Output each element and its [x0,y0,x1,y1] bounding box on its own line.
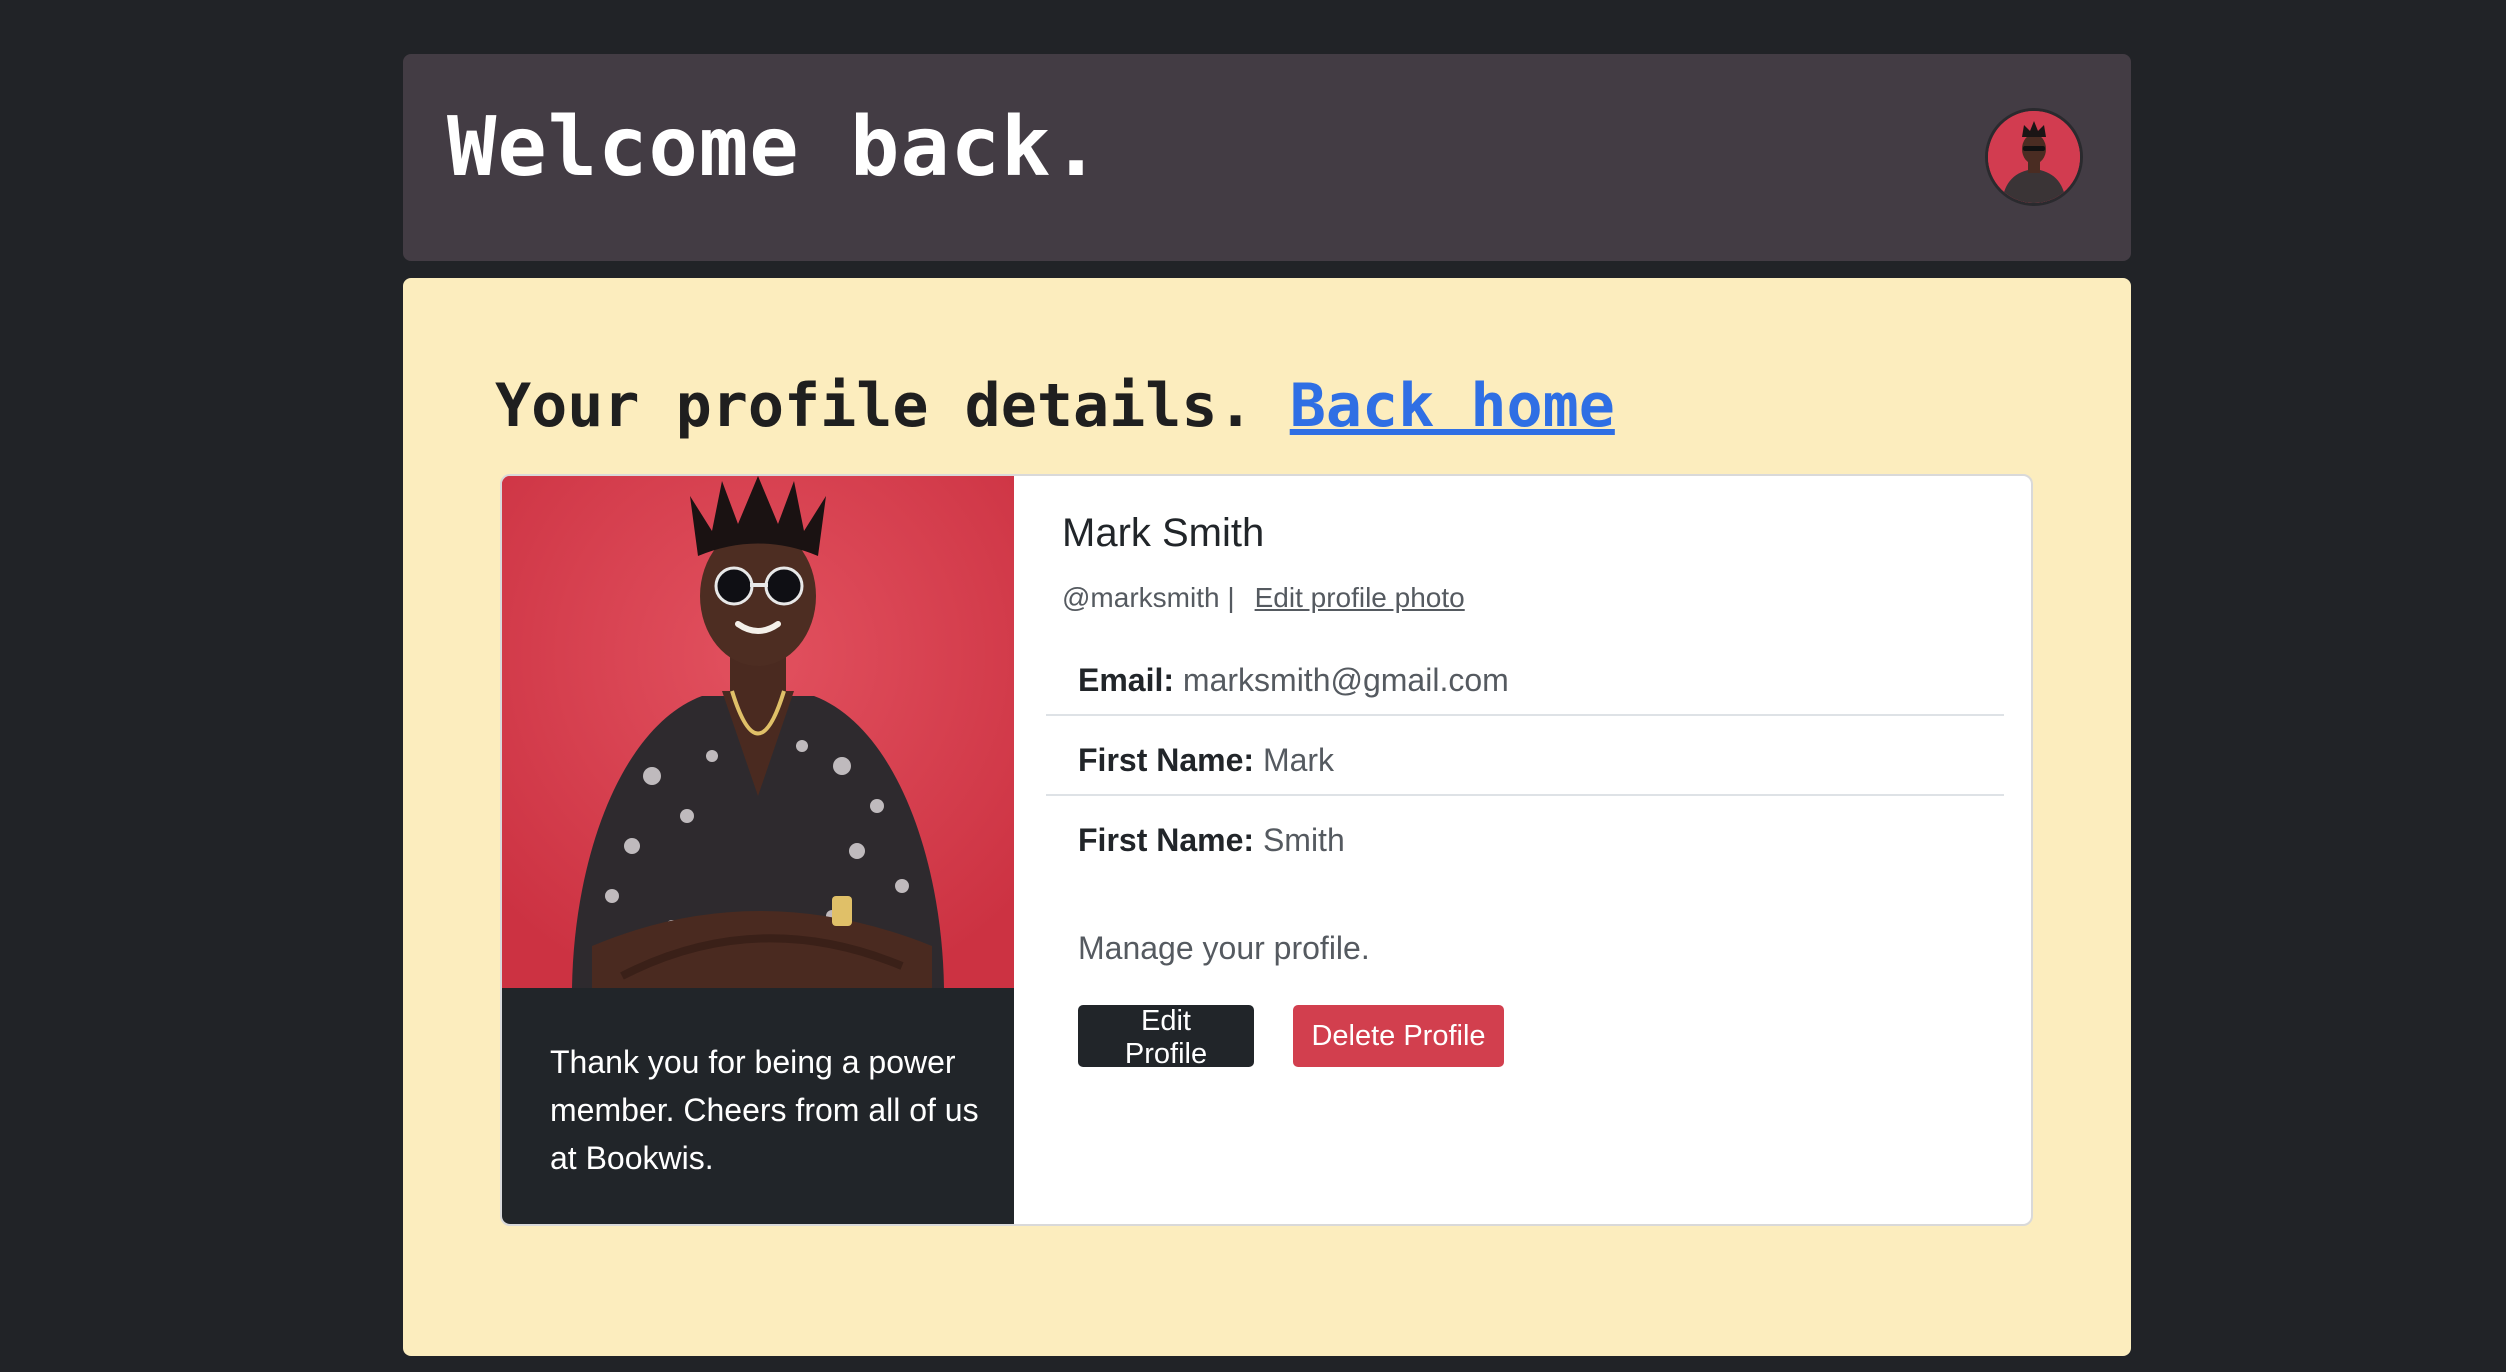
user-full-name: Mark Smith [1062,511,1265,555]
profile-photo-illustration [502,476,1014,988]
detail-value: Mark [1262,742,1335,778]
edit-profile-photo-link[interactable]: Edit profile photo [1255,582,1465,613]
avatar[interactable] [1985,108,2083,206]
profile-card-body: Mark Smith @marksmith | Edit profile phot… [1014,476,2031,1224]
profile-card-left: Thank you for being a power member. Chee… [502,476,1014,1224]
detail-label: First Name: [1078,822,1255,858]
delete-profile-button[interactable]: Delete Profile [1293,1005,1504,1067]
profile-card: Thank you for being a power member. Chee… [500,474,2033,1226]
header-bar: Welcome back. [403,54,2131,261]
edit-profile-button[interactable]: Edit Profile [1078,1005,1254,1070]
manage-profile-text: Manage your profile. [1078,930,1370,966]
profile-photo [502,476,1014,988]
detail-value: Smith [1262,822,1345,858]
profile-section-title: Your profile details. [495,371,1254,441]
profile-panel: Your profile details. Back home Thank yo… [403,278,2131,1356]
back-home-link[interactable]: Back home [1290,371,1615,441]
avatar-image [1988,111,2080,203]
caption-box: Thank you for being a power member. Chee… [502,988,1014,1224]
detail-row-last-name: First Name: Smith [1046,796,2004,876]
detail-value: marksmith@gmail.com [1182,662,1509,698]
user-handle: @marksmith | [1062,582,1235,613]
detail-row-email: Email: marksmith@gmail.com [1046,636,2004,716]
user-meta: @marksmith | Edit profile photo [1062,578,1465,618]
detail-row-first-name: First Name: Mark [1046,716,2004,796]
profile-section-heading: Your profile details. Back home [495,366,1615,446]
detail-label: Email: [1078,662,1175,698]
welcome-title: Welcome back. [447,100,1102,195]
member-caption: Thank you for being a power member. Chee… [550,1044,979,1176]
detail-label: First Name: [1078,742,1255,778]
profile-detail-list: Email: marksmith@gmail.com First Name: M… [1046,636,2004,876]
